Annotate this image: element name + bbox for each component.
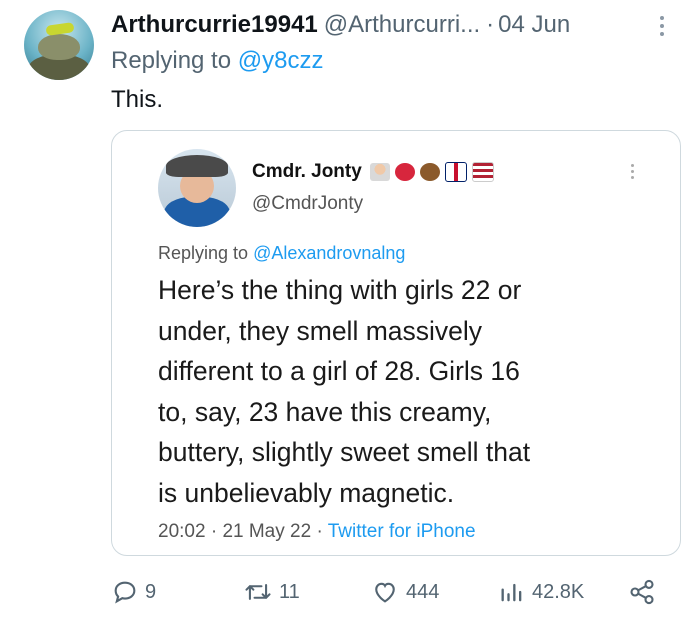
tweet-text: This. [111,86,164,113]
like-button[interactable]: 444 [370,574,439,610]
views-button[interactable]: 42.8K [498,574,584,610]
officer-emoji-icon [369,163,390,181]
avatar-figure-leaf [45,22,75,36]
reply-mention-link[interactable]: @y8czz [238,47,324,74]
views-count: 42.8K [532,580,585,603]
quoted-author-avatar [158,149,236,227]
like-count: 444 [406,580,440,603]
reply-button[interactable]: 9 [111,574,156,610]
quoted-tweet-card[interactable]: Cmdr. Jonty @CmdrJonty Replying to @Alex… [111,130,681,556]
retweet-button[interactable]: 11 [243,574,300,610]
quoted-text-line: Here’s the thing with girls 22 or [158,275,522,305]
us-flag-icon [471,162,494,182]
quoted-text-line: under, they smell massively [158,315,483,346]
quoted-date: 21 May 22 [222,521,312,542]
name-emojis [369,162,494,182]
retweet-count: 11 [279,580,300,603]
views-icon [501,583,522,602]
reply-count: 9 [145,580,157,603]
share-button[interactable] [628,574,656,610]
more-icon[interactable] [652,12,672,40]
quoted-reply-mention: @Alexandrovnalng [253,243,406,263]
action-bar: 9 11 444 42.8K [0,574,700,610]
quoted-meta: 20:02 · 21 May 22 · Twitter for iPhone [158,521,476,543]
quoted-author-row: Cmdr. Jonty [252,161,494,183]
meta-separator: · [210,521,218,542]
author-name[interactable]: Arthurcurrie19941 [111,11,318,39]
quoted-tweet-text: Here’s the thing with girls 22 or under,… [158,270,668,513]
avatar-figure-face [38,34,80,60]
quoted-reply-context: Replying to @Alexandrovnalng [158,243,405,264]
share-icon [630,579,654,605]
tweet-header: Arthurcurrie19941 @Arthurcurri... · 04 J… [111,9,651,41]
meta-separator: · [316,521,323,542]
lobster-emoji-icon [394,163,415,181]
like-icon [375,582,395,603]
reply-context: Replying to @y8czz [111,47,323,75]
quoted-author-name: Cmdr. Jonty [252,161,362,182]
tweet-date[interactable]: 04 Jun [498,11,570,39]
reply-icon [114,581,136,604]
quoted-source: Twitter for iPhone [327,521,476,542]
author-avatar[interactable] [24,10,94,80]
owl-emoji-icon [419,163,440,181]
quoted-reply-prefix: Replying to [158,243,249,263]
quoted-text-line: different to a girl of 28. Girls 16 [158,356,520,386]
quoted-more-icon [624,159,640,183]
quoted-text-line: buttery, slightly sweet smell that [158,437,531,467]
quoted-time: 20:02 [158,521,206,542]
quoted-text-line: to, say, 23 have this creamy, [158,396,492,427]
header-separator: · [486,11,495,38]
avatar-hat [166,155,228,177]
quoted-author-handle: @CmdrJonty [252,193,364,214]
quoted-text-line: is unbelievably magnetic. [158,477,455,508]
reply-prefix: Replying to [111,47,232,74]
retweet-icon [245,584,271,600]
author-handle[interactable]: @Arthurcurri... [324,11,480,39]
uk-flag-icon [444,162,467,182]
